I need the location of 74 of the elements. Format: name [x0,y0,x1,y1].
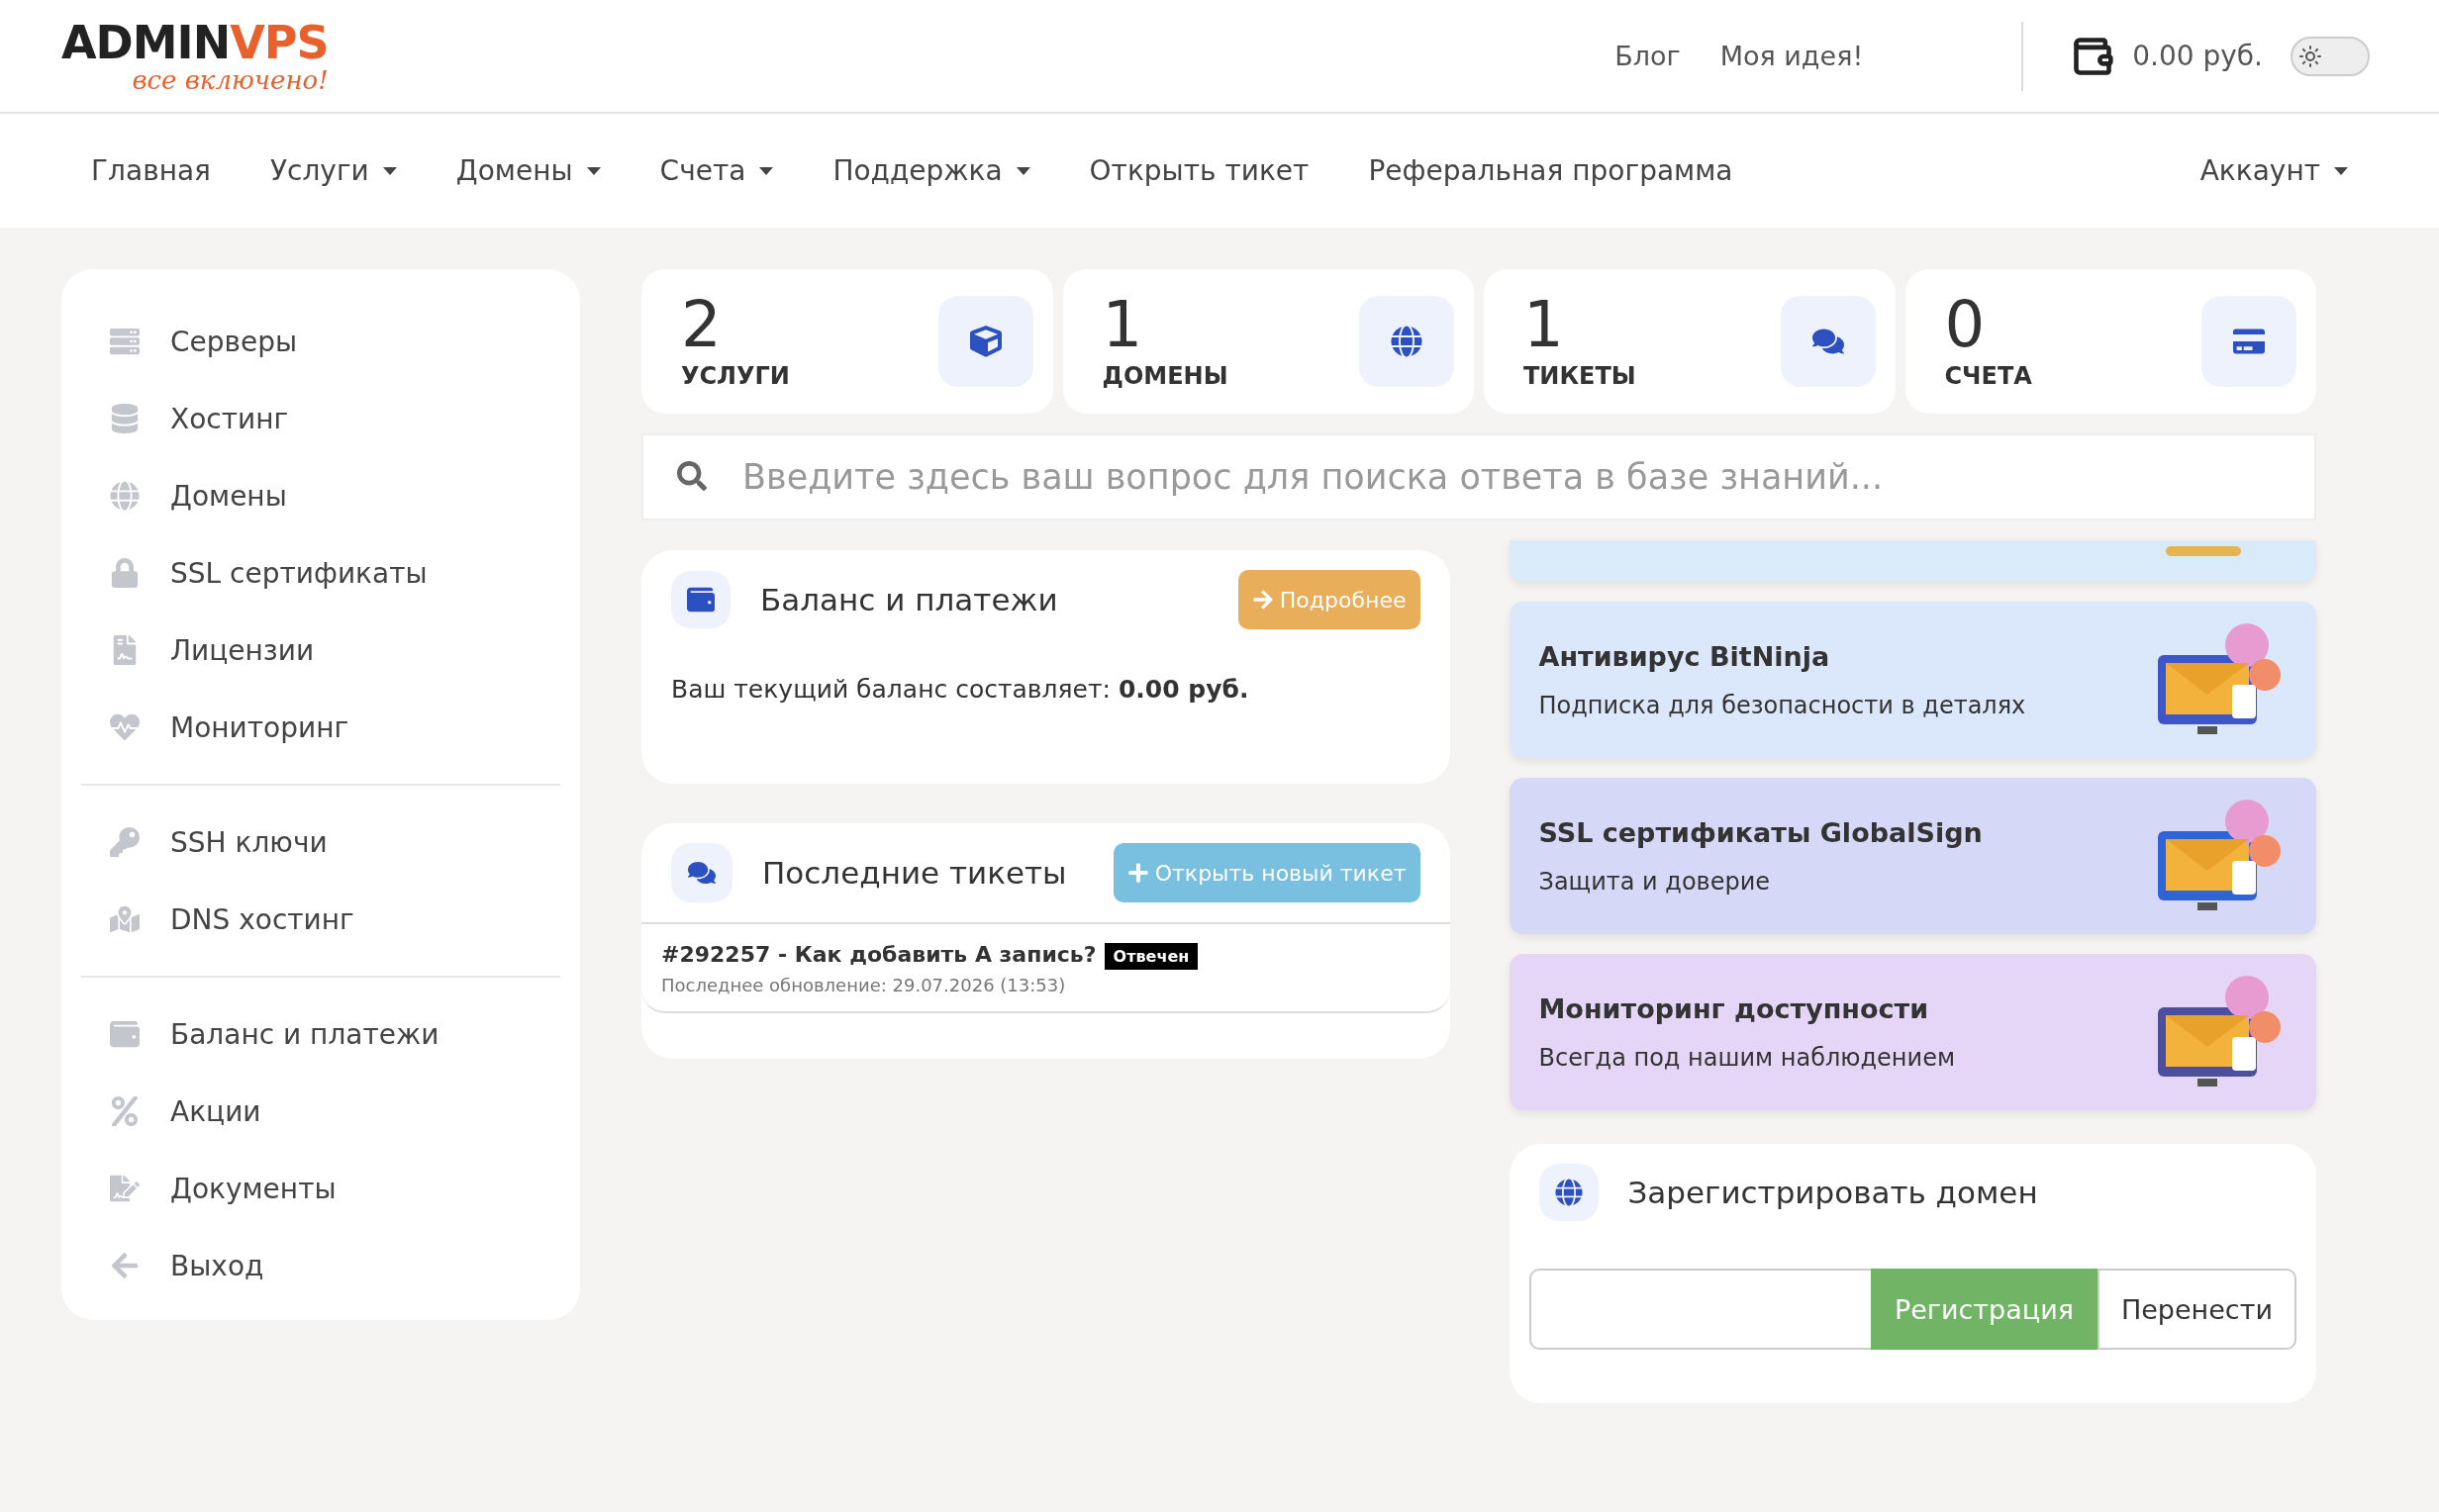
stat-label: ТИКЕТЫ [1523,362,1636,390]
sidebar-item[interactable]: Хостинг [81,380,560,457]
wallet-icon [671,571,731,628]
promo-banner[interactable]: Мониторинг доступности Всегда под нашим наблюдением [1509,954,2316,1110]
card-title: Зарегистрировать домен [1627,1175,2038,1210]
promo-subtitle: Всегда под нашим наблюдением [1538,1043,1955,1072]
nav-item[interactable]: Счета [659,154,774,187]
sidebar-item[interactable]: SSL сертификаты [81,534,560,612]
account-menu[interactable]: Аккаунт [2199,154,2348,187]
stat-card[interactable]: 1 ТИКЕТЫ [1484,269,1896,414]
globe-icon [1538,1164,1599,1221]
nav-item[interactable]: Главная [91,154,211,187]
stat-value: 0 [1944,293,1987,356]
plus-icon [1126,862,1149,884]
transfer-button[interactable]: Перенести [2097,1269,2296,1350]
stat-value: 2 [681,293,723,356]
promo-title: Мониторинг доступности [1538,992,1930,1024]
promo-subtitle: Защита и доверие [1538,867,1772,896]
ticket-updated: Последнее обновление: 29.07.2026 (13:53) [661,975,1067,995]
nav-item[interactable]: Поддержка [832,154,1030,187]
status-badge: Отвечен [1104,943,1199,970]
sidebar-item[interactable]: SSH ключи [81,803,560,881]
header-link[interactable]: Моя идея! [1719,41,1864,71]
stat-value: 1 [1523,293,1565,356]
key-icon [107,827,143,857]
theme-toggle[interactable] [2291,36,2370,76]
nav-item[interactable]: Реферальная программа [1368,154,1733,187]
nav-item[interactable]: Домены [455,154,601,187]
map-pin-icon [107,904,143,934]
credit-card-icon [2201,296,2296,387]
stat-label: СЧЕТА [1944,362,2032,390]
domain-input[interactable] [1528,1269,1871,1350]
chat-bubbles-icon [671,843,732,902]
heartbeat-icon [107,712,143,742]
arrow-right-icon [1251,589,1274,611]
nav-item[interactable]: Услуги [269,154,397,187]
sidebar-item[interactable]: Мониторинг [81,689,560,766]
search-field[interactable]: Введите здесь ваш вопрос для поиска ответа в базе знаний... [641,433,2316,520]
logo-tagline: все включено! [132,66,329,93]
globe-icon [1359,296,1454,387]
signed-document-icon [107,1174,143,1203]
sidebar-item[interactable]: Лицензии [81,612,560,689]
stat-label: ДОМЕНЫ [1102,362,1228,390]
card-title: Баланс и платежи [760,582,1058,617]
server-icon [107,327,143,356]
stat-card[interactable]: 1 ДОМЕНЫ [1062,269,1474,414]
stat-card[interactable]: 2 УСЛУГИ [641,269,1053,414]
promo-title: SSL сертификаты GlobalSign [1538,816,1983,848]
promo-title: Антивирус BitNinja [1538,640,1831,672]
sidebar-item[interactable]: Документы [81,1150,560,1227]
nav-item[interactable]: Открыть тикет [1089,154,1310,187]
search-icon [677,461,707,491]
ticket-title[interactable]: #292257 - Как добавить А запись? [661,942,1097,967]
balance-amount: 0.00 руб. [2132,40,2263,72]
card-title: Последние тикеты [762,855,1067,891]
sidebar-item[interactable]: DNS хостинг [81,881,560,958]
sun-icon [2298,44,2322,68]
stat-label: УСЛУГИ [681,362,790,390]
header-link[interactable]: Блог [1614,41,1681,71]
cube-icon [937,296,1033,387]
chat-bubbles-icon [1780,296,1876,387]
balance-text: Ваш текущий баланс составляет: 0.00 руб. [671,675,1250,704]
sidebar-item[interactable]: Серверы [81,303,560,380]
sidebar-item[interactable]: Домены [81,457,560,534]
promo-banner[interactable]: Антивирус BitNinja Подписка для безопасности в деталях [1509,602,2316,758]
sidebar-item[interactable]: Баланс и платежи [81,995,560,1073]
sidebar-item[interactable]: Акции [81,1073,560,1150]
sidebar-item[interactable]: Выход [81,1227,560,1304]
promo-subtitle: Подписка для безопасности в деталях [1538,691,2026,719]
stat-value: 1 [1102,293,1144,356]
wallet-icon [107,1019,143,1049]
stat-card[interactable]: 0 СЧЕТА [1904,269,2316,414]
logo-wordmark[interactable]: ADMINVPS [61,19,329,65]
promo-banner[interactable]: SSL сертификаты GlobalSign Защита и доверие [1509,778,2316,934]
